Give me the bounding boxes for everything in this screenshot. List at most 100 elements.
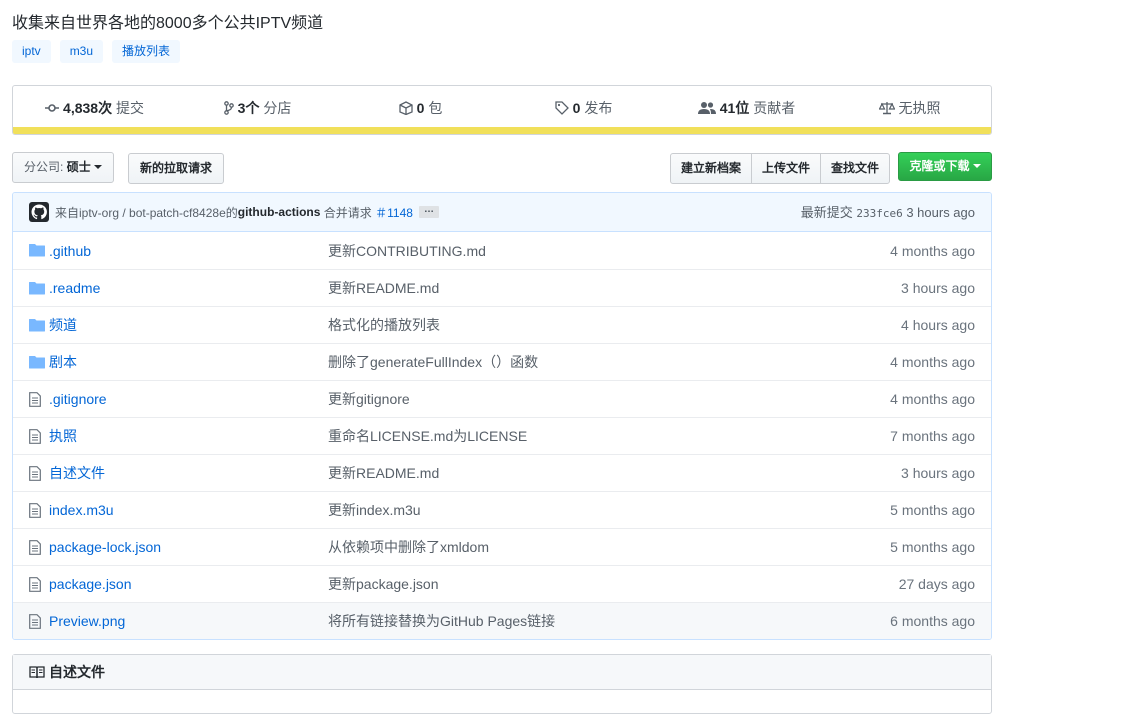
license-stat[interactable]: 无执照 xyxy=(828,98,991,118)
file-icon xyxy=(29,392,41,407)
law-icon xyxy=(878,101,895,114)
topic-list: iptv m3u 播放列表 xyxy=(12,40,181,63)
find-file-button[interactable]: 查找文件 xyxy=(820,153,891,184)
file-name-link[interactable]: index.m3u xyxy=(49,502,114,518)
file-name-link[interactable]: 频道 xyxy=(49,315,77,335)
commit-message-link[interactable]: 更新gitignore xyxy=(328,389,410,409)
branch-name: 硕士 xyxy=(66,160,91,174)
file-row[interactable]: index.m3u 更新index.m3u 5 months ago xyxy=(13,491,991,528)
commit-message-prefix: 来自iptv-org / bot-patch-cf8428e的 xyxy=(55,205,238,220)
file-age: 4 hours ago xyxy=(901,317,975,333)
commits-stat[interactable]: 4,838次 提交 xyxy=(13,98,176,118)
file-row[interactable]: 剧本 删除了generateFullIndex（）函数 4 months ago xyxy=(13,343,991,380)
file-icon xyxy=(29,540,41,555)
file-row[interactable]: Preview.png 将所有链接替换为GitHub Pages链接 6 month… xyxy=(13,602,991,639)
latest-commit-info: 最新提交 233fce6 3 hours ago xyxy=(801,193,975,233)
clone-download-button[interactable]: 克隆或下载 xyxy=(898,152,992,181)
file-name-link[interactable]: Preview.png xyxy=(49,613,125,629)
file-icon xyxy=(29,614,41,629)
package-icon xyxy=(399,100,413,115)
file-icon xyxy=(29,540,41,558)
topic-tag[interactable]: m3u xyxy=(59,40,104,63)
file-icon xyxy=(29,429,41,447)
releases-count: 0 xyxy=(572,99,581,116)
new-pull-request-button[interactable]: 新的拉取请求 xyxy=(128,153,225,184)
file-age: 4 months ago xyxy=(890,242,975,259)
commit-message-link[interactable]: 更新package.json xyxy=(328,574,439,594)
commit-message-link[interactable]: 更新README.md xyxy=(328,463,439,483)
caret-down-icon xyxy=(972,164,981,168)
caret-down-icon xyxy=(93,165,102,169)
file-row[interactable]: package-lock.json 从依赖项中删除了xmldom 5 months … xyxy=(13,528,991,565)
folder-icon xyxy=(29,318,45,335)
repo-description: 收集来自世界各地的8000多个公共IPTV频道 xyxy=(12,15,324,32)
releases-label: 发布 xyxy=(584,99,613,116)
language-bar[interactable] xyxy=(13,127,991,134)
packages-count: 0 xyxy=(416,99,425,116)
file-age: 6 months ago xyxy=(890,613,975,629)
topic-tag[interactable]: iptv xyxy=(12,40,51,63)
file-name-link[interactable]: .github xyxy=(49,243,91,259)
commit-message-link[interactable]: 将所有链接替换为GitHub Pages链接 xyxy=(328,611,555,631)
file-name-link[interactable]: .gitignore xyxy=(49,391,107,407)
commit-message-link[interactable]: 更新index.m3u xyxy=(328,500,421,520)
file-age: 5 months ago xyxy=(890,539,975,555)
file-age: 4 months ago xyxy=(890,354,975,370)
file-name-link[interactable]: 自述文件 xyxy=(49,463,105,483)
commit-message-link[interactable]: 从依赖项中删除了xmldom xyxy=(328,537,489,557)
file-row[interactable]: 频道 格式化的播放列表 4 hours ago xyxy=(13,306,991,343)
license-label: 无执照 xyxy=(898,99,941,116)
file-age: 3 hours ago xyxy=(901,465,975,481)
file-row[interactable]: .readme 更新README.md 3 hours ago xyxy=(13,269,991,306)
commit-age: 3 hours ago xyxy=(906,205,975,220)
folder-icon xyxy=(29,356,45,369)
file-icon xyxy=(29,503,41,521)
commit-message-link[interactable]: 重命名LICENSE.md为LICENSE xyxy=(328,426,527,446)
pull-request-link[interactable]: ＃1148 xyxy=(375,204,413,221)
file-list: .github 更新CONTRIBUTING.md 4 months ago .rea… xyxy=(13,232,991,639)
commit-action: 合并请求 xyxy=(323,205,372,220)
commits-label: 提交 xyxy=(115,99,144,116)
github-octocat-icon xyxy=(31,204,47,220)
branches-count: 3个 xyxy=(237,99,260,116)
branch-select-button[interactable]: 分公司: 硕士 xyxy=(12,152,114,183)
file-name-link[interactable]: package.json xyxy=(49,576,132,592)
packages-stat[interactable]: 0 包 xyxy=(339,98,502,118)
file-icon xyxy=(29,466,41,484)
file-name-link[interactable]: 剧本 xyxy=(49,352,77,372)
upload-files-button[interactable]: 上传文件 xyxy=(751,153,822,184)
readme-header: 自述文件 xyxy=(13,655,991,690)
commit-message-link[interactable]: 删除了generateFullIndex（）函数 xyxy=(328,352,538,372)
commit-message-link[interactable]: 更新CONTRIBUTING.md xyxy=(328,241,486,261)
file-icon xyxy=(29,466,41,481)
file-name-link[interactable]: 执照 xyxy=(49,426,77,446)
contributors-count: 41位 xyxy=(719,99,750,116)
repo-stats-summary: 4,838次 提交 3个 分店 0 包 0 发布 41位 贡献者 无执照 xyxy=(12,85,992,135)
file-icon xyxy=(29,577,41,592)
file-name-link[interactable]: package-lock.json xyxy=(49,539,161,555)
commit-icon xyxy=(45,103,60,112)
book-icon xyxy=(29,666,45,679)
expand-commit-button[interactable]: … xyxy=(418,205,439,218)
avatar[interactable] xyxy=(29,202,49,222)
file-age: 4 months ago xyxy=(890,391,975,407)
people-icon xyxy=(697,101,716,114)
branches-stat[interactable]: 3个 分店 xyxy=(176,98,339,118)
file-name-link[interactable]: .readme xyxy=(49,280,100,296)
file-row[interactable]: .github 更新CONTRIBUTING.md 4 months ago xyxy=(13,232,991,269)
file-row[interactable]: 执照 重命名LICENSE.md为LICENSE 7 months ago xyxy=(13,417,991,454)
topic-tag[interactable]: 播放列表 xyxy=(112,40,181,63)
commit-sha-link[interactable]: 233fce6 xyxy=(856,207,902,220)
contributors-stat[interactable]: 41位 贡献者 xyxy=(665,98,828,118)
commit-message-link[interactable]: 格式化的播放列表 xyxy=(328,315,440,335)
file-row[interactable]: package.json 更新package.json 27 days ago xyxy=(13,565,991,602)
file-row[interactable]: 自述文件 更新README.md 3 hours ago xyxy=(13,454,991,491)
file-row[interactable]: .gitignore 更新gitignore 4 months ago xyxy=(13,380,991,417)
tag-icon xyxy=(555,100,569,115)
commits-count: 4,838次 xyxy=(63,99,113,116)
releases-stat[interactable]: 0 发布 xyxy=(502,98,665,118)
create-file-button[interactable]: 建立新档案 xyxy=(670,153,753,184)
commit-author[interactable]: github-actions xyxy=(238,205,321,219)
file-age: 27 days ago xyxy=(898,576,975,592)
commit-message-link[interactable]: 更新README.md xyxy=(328,278,439,298)
